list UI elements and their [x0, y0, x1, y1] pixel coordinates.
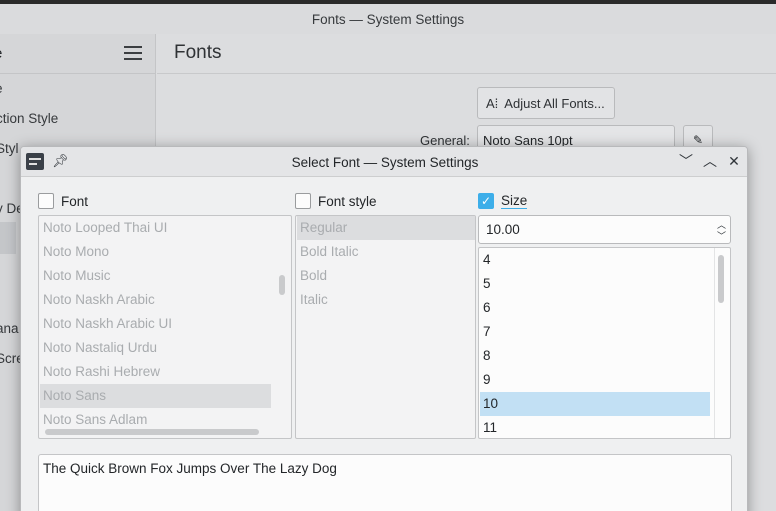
font-style-column-header: Font style [295, 193, 377, 209]
size-list-item[interactable]: 8 [480, 344, 710, 368]
font-preview-textbox[interactable]: The Quick Brown Fox Jumps Over The Lazy … [38, 454, 732, 511]
font-style-header-label: Font style [318, 193, 377, 209]
size-list[interactable]: 4 5 6 7 8 9 10 11 [478, 247, 731, 439]
sidebar-header: e [0, 34, 156, 74]
size-spinbox[interactable]: 10.00 ︿ ﹀ [478, 215, 731, 244]
font-list-item[interactable]: Noto Mono [40, 240, 271, 264]
font-list-item[interactable]: Noto Naskh Arabic [40, 288, 271, 312]
background-titlebar: Fonts — System Settings [0, 4, 776, 34]
font-adjust-icon: A⁞ [486, 95, 499, 111]
font-checkbox[interactable] [38, 193, 54, 209]
pencil-icon: ✎ [692, 133, 704, 147]
font-list[interactable]: Noto Looped Thai UI Noto Mono Noto Music… [38, 215, 292, 439]
font-style-checkbox[interactable] [295, 193, 311, 209]
spin-down-icon[interactable]: ﹀ [717, 229, 726, 242]
pin-icon[interactable]: 📌︎ [52, 153, 69, 169]
size-list-scroll-track [714, 248, 715, 438]
font-list-item[interactable]: Noto Nastaliq Urdu [40, 336, 271, 360]
size-list-item[interactable]: 9 [480, 368, 710, 392]
size-checkbox[interactable]: ✓ [478, 193, 494, 209]
dialog-titlebar: Select Font — System Settings 📌︎ ﹀ ︿ ✕ [21, 147, 747, 177]
size-column-header: ✓ Size [478, 193, 528, 209]
sidebar-item[interactable]: Styl [0, 141, 19, 156]
settings-app-icon[interactable] [26, 153, 44, 170]
size-value: 10.00 [486, 222, 520, 237]
size-list-item[interactable]: 7 [480, 320, 710, 344]
size-list-item[interactable]: 5 [480, 272, 710, 296]
font-style-item-selected[interactable]: Regular [297, 216, 475, 240]
preview-text: The Quick Brown Fox Jumps Over The Lazy … [43, 461, 337, 476]
main-header: Fonts [157, 34, 776, 74]
adjust-all-fonts-button[interactable]: A⁞ Adjust All Fonts... [477, 87, 615, 119]
size-list-item-selected[interactable]: 10 [480, 392, 710, 416]
dialog-title: Select Font — System Settings [291, 154, 479, 170]
font-style-item[interactable]: Bold [297, 264, 475, 288]
font-list-item[interactable]: Noto Naskh Arabic UI [40, 312, 271, 336]
sidebar-item[interactable]: ction Style [0, 111, 58, 126]
font-list-item[interactable]: Noto Music [40, 264, 271, 288]
font-style-list[interactable]: Regular Bold Italic Bold Italic [295, 215, 476, 439]
size-list-scrollbar[interactable] [718, 255, 724, 303]
font-style-item[interactable]: Bold Italic [297, 240, 475, 264]
font-list-item[interactable]: Noto Looped Thai UI [40, 216, 271, 240]
font-list-scrollbar[interactable] [279, 275, 285, 295]
font-list-horizontal-scrollbar[interactable] [45, 429, 259, 435]
close-icon[interactable]: ✕ [724, 151, 744, 171]
font-style-item[interactable]: Italic [297, 288, 475, 312]
font-column-header: Font [38, 193, 88, 209]
page-title: Fonts [174, 42, 222, 63]
chevron-down-icon[interactable]: ﹀ [676, 151, 696, 171]
size-list-item[interactable]: 6 [480, 296, 710, 320]
adjust-all-fonts-label: Adjust All Fonts... [504, 95, 605, 111]
size-header-label: Size [501, 193, 528, 209]
font-list-item[interactable]: Noto Rashi Hebrew [40, 360, 271, 384]
sidebar-item[interactable]: ana [0, 321, 19, 336]
font-header-label: Font [61, 193, 89, 209]
select-font-dialog: Select Font — System Settings 📌︎ ﹀ ︿ ✕ F… [20, 146, 748, 511]
sidebar-header-title: e [0, 45, 2, 62]
sidebar-item[interactable]: e [0, 81, 3, 96]
chevron-up-icon[interactable]: ︿ [700, 151, 720, 171]
hamburger-menu-icon[interactable] [124, 46, 142, 60]
background-window-title: Fonts — System Settings [311, 11, 465, 27]
font-list-item-selected[interactable]: Noto Sans [40, 384, 271, 408]
size-list-item[interactable]: 4 [480, 248, 710, 272]
size-list-item[interactable]: 11 [480, 416, 710, 438]
sidebar-selected-highlight [0, 222, 16, 254]
